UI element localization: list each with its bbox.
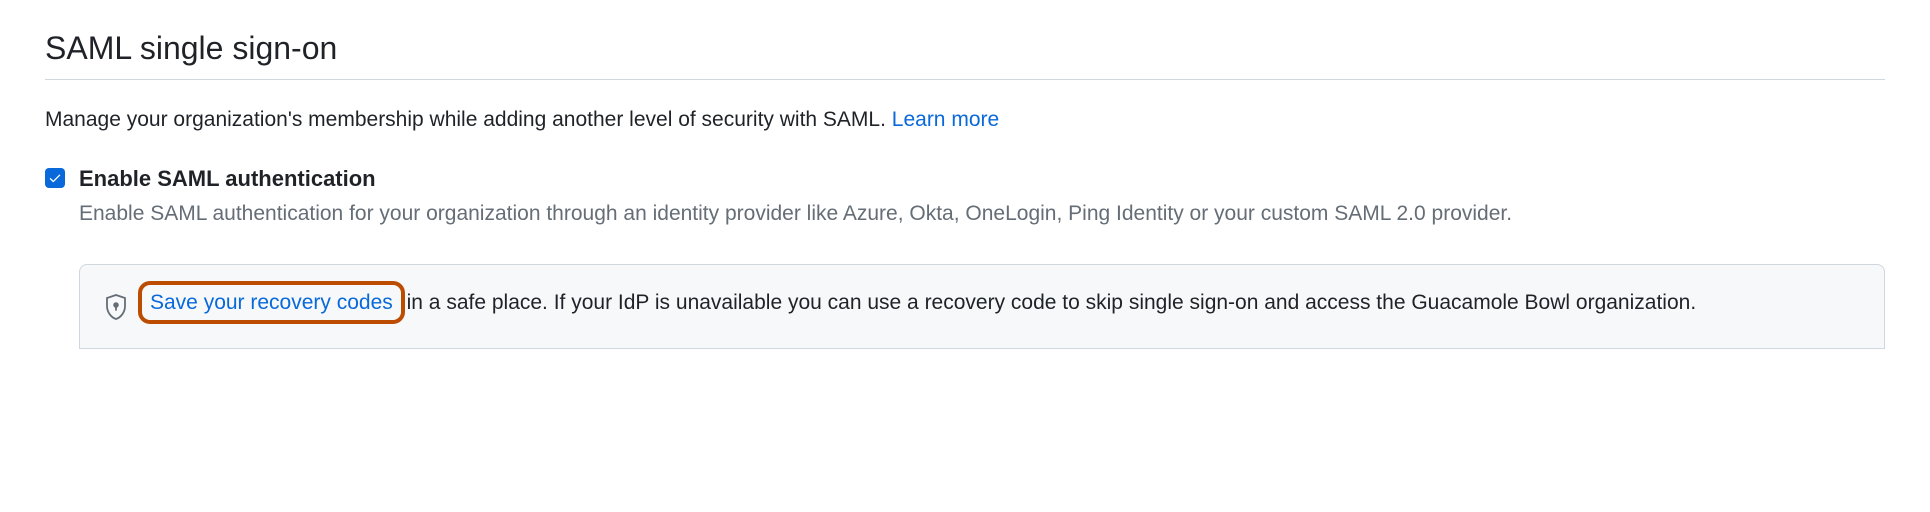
enable-saml-checkbox[interactable] — [45, 168, 65, 188]
enable-saml-content: Enable SAML authentication Enable SAML a… — [79, 164, 1885, 230]
enable-saml-row: Enable SAML authentication Enable SAML a… — [45, 164, 1885, 230]
check-icon — [48, 171, 62, 185]
recovery-notice-text: Save your recovery codes in a safe place… — [148, 287, 1696, 319]
page-title: SAML single sign-on — [45, 30, 1885, 80]
save-recovery-codes-link[interactable]: Save your recovery codes — [138, 281, 405, 324]
enable-saml-sublabel: Enable SAML authentication for your orga… — [79, 198, 1885, 230]
shield-lock-icon — [104, 293, 128, 326]
learn-more-link[interactable]: Learn more — [892, 108, 999, 131]
enable-saml-label[interactable]: Enable SAML authentication — [79, 164, 1885, 195]
section-description: Manage your organization's membership wh… — [45, 104, 1885, 136]
recovery-notice-rest: in a safe place. If your IdP is unavaila… — [401, 291, 1696, 314]
section-description-text: Manage your organization's membership wh… — [45, 108, 892, 131]
recovery-codes-notice: Save your recovery codes in a safe place… — [79, 264, 1885, 349]
